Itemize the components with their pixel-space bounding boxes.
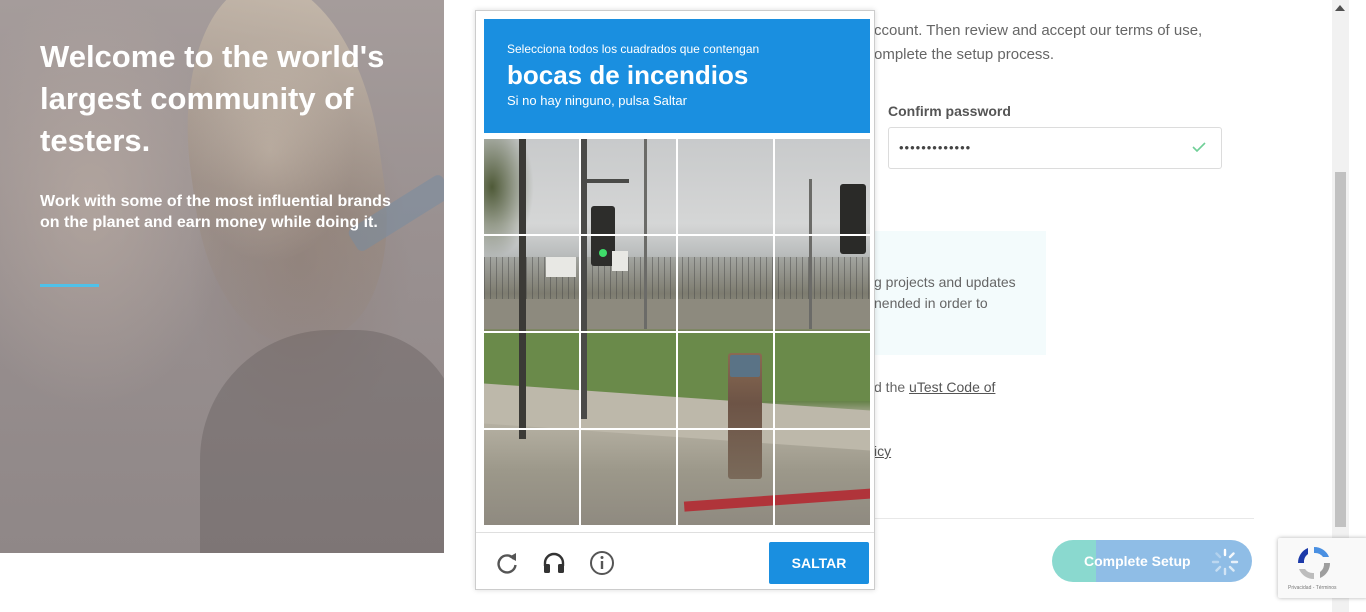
scene-red-curb	[683, 488, 870, 512]
hero-image-figure	[200, 330, 444, 553]
skip-button[interactable]: SALTAR	[769, 542, 869, 584]
info-line-1: g projects and updates	[874, 274, 1016, 290]
form-intro-line-1: ccount. Then review and accept our terms…	[874, 22, 1203, 39]
terms-prefix: d the	[874, 379, 910, 395]
captcha-header: Selecciona todos los cuadrados que conte…	[484, 19, 870, 133]
scene-tree-trunk	[519, 139, 526, 439]
hero-subtitle: Work with some of the most influential b…	[40, 193, 391, 231]
recaptcha-badge[interactable]: Privacidad - Términos	[1278, 538, 1366, 598]
recaptcha-logo-icon	[1297, 546, 1331, 580]
confirm-password-label: Confirm password	[888, 103, 1011, 119]
form-intro-line-2: omplete the setup process.	[874, 46, 1055, 63]
confirm-password-value: •••••••••••••	[899, 140, 972, 155]
captcha-instruction: Selecciona todos los cuadrados que conte…	[507, 42, 760, 56]
check-icon	[1192, 142, 1206, 152]
scene-signal-mast	[581, 179, 629, 183]
info-line-2: nended in order to	[874, 295, 988, 311]
hero-title: Welcome to the world's largest community…	[40, 39, 385, 158]
utest-code-link[interactable]: uTest Code of	[909, 379, 995, 395]
captcha-footer-divider	[476, 532, 874, 533]
scroll-up-arrow-icon[interactable]	[1334, 4, 1346, 12]
scene-tree-foliage	[484, 139, 534, 259]
confirm-password-input[interactable]: •••••••••••••	[888, 127, 1222, 169]
grid-line	[484, 234, 870, 236]
privacy-fragment: icy	[874, 440, 891, 462]
grid-line	[484, 331, 870, 333]
hero-panel: Welcome to the world's largest community…	[0, 0, 444, 553]
scene-light-pole-2	[809, 179, 812, 329]
captcha-challenge: Selecciona todos los cuadrados que conte…	[475, 10, 875, 590]
captcha-target: bocas de incendios	[507, 60, 749, 90]
grid-line	[484, 428, 870, 430]
privacy-policy-link[interactable]: icy	[874, 443, 891, 459]
form-divider	[874, 518, 1254, 519]
scene-green-light	[599, 249, 607, 257]
complete-setup-label: Complete Setup	[1084, 553, 1191, 569]
terms-text: d the uTest Code of	[874, 376, 995, 398]
captcha-image-grid[interactable]	[484, 139, 870, 525]
scene-utility-box-art	[730, 355, 760, 377]
reload-icon[interactable]	[494, 550, 520, 576]
audio-headphones-icon[interactable]	[541, 550, 567, 576]
loading-spinner-icon	[1211, 548, 1239, 576]
info-icon[interactable]	[589, 550, 615, 576]
captcha-hint: Si no hay ninguno, pulsa Saltar	[507, 93, 687, 108]
scrollbar-thumb[interactable]	[1335, 172, 1346, 527]
scene-traffic-light-2	[840, 184, 866, 254]
hero-accent-line	[40, 284, 99, 287]
scene-sign-2	[612, 251, 628, 271]
recaptcha-terms[interactable]: Privacidad - Términos	[1288, 585, 1337, 591]
scene-sign	[546, 257, 576, 277]
